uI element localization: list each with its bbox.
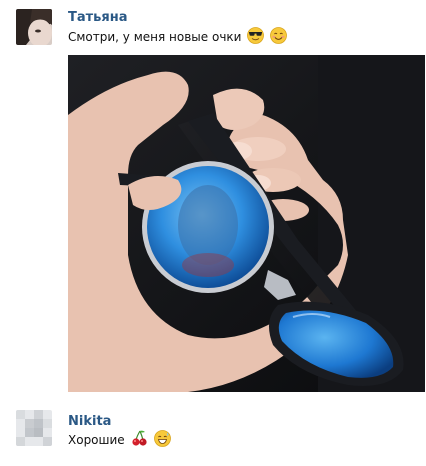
cherries-emoji <box>131 430 148 450</box>
message-text-row: Смотри, у меня новые очки <box>68 27 288 47</box>
attached-photo[interactable] <box>68 55 425 392</box>
author-name[interactable]: Татьяна <box>68 10 128 25</box>
avatar[interactable] <box>16 410 52 446</box>
avatar[interactable] <box>16 9 52 45</box>
message-text: Смотри, у меня новые очки <box>68 30 242 44</box>
message-text: Хорошие <box>68 433 125 447</box>
sunglasses-face-emoji <box>247 27 265 47</box>
sunglasses-photo-image <box>68 55 425 392</box>
avatar-image <box>16 9 52 45</box>
avatar-placeholder-image <box>16 410 52 446</box>
author-name[interactable]: Nikita <box>68 414 111 429</box>
grinning-sweat-face-emoji <box>153 430 171 450</box>
message-nikita: Nikita Хорошие <box>0 400 426 466</box>
smiling-face-emoji <box>270 27 288 47</box>
message-text-row: Хорошие <box>68 430 171 450</box>
message-tatyana: Татьяна Смотри, у меня новые очки <box>0 0 426 400</box>
